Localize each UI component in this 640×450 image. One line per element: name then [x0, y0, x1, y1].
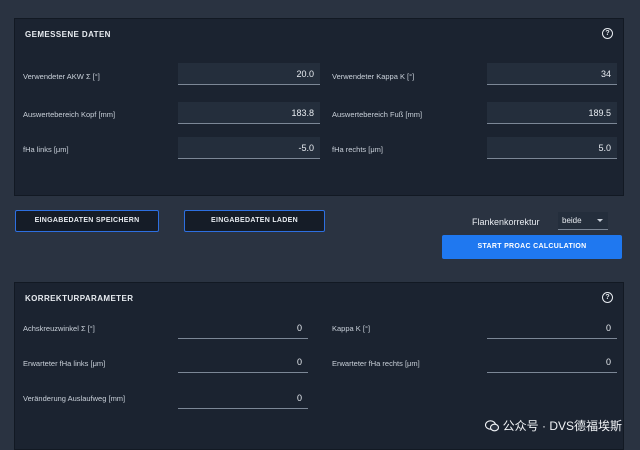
kappa-input[interactable]: 0 [487, 317, 617, 339]
fha-links-input[interactable]: -5.0 [178, 137, 320, 159]
fuss-input[interactable]: 189.5 [487, 102, 617, 124]
save-input-button[interactable]: EINGABEDATEN SPEICHERN [15, 210, 159, 232]
fha-links-label: fHa links [μm] [23, 145, 69, 154]
kappa-input[interactable]: 34 [487, 63, 617, 85]
kappa-label: Verwendeter Kappa K [°] [332, 72, 415, 81]
akw-label: Verwendeter AKW Σ [°] [23, 72, 100, 81]
fha-rechts-input[interactable]: 5.0 [487, 137, 617, 159]
achskreuzwinkel-input[interactable]: 0 [178, 317, 308, 339]
achskreuzwinkel-label: Achskreuzwinkel Σ [°] [23, 324, 95, 333]
kappa-label: Kappa K [°] [332, 324, 371, 333]
akw-input[interactable]: 20.0 [178, 63, 320, 85]
chevron-down-icon [597, 219, 603, 222]
flank-correction-label: Flankenkorrektur [472, 217, 540, 227]
load-input-button[interactable]: EINGABEDATEN LADEN [184, 210, 325, 232]
start-calculation-button[interactable]: START PROAC CALCULATION [442, 235, 622, 259]
fha-rechts-label: fHa rechts [μm] [332, 145, 383, 154]
flank-correction-value: beide [562, 216, 582, 225]
watermark: 公众号 · DVS德福埃斯 [484, 417, 622, 434]
auslaufweg-input[interactable]: 0 [178, 387, 308, 409]
help-icon[interactable]: ? [602, 292, 613, 303]
flank-correction-select[interactable]: beide [558, 212, 608, 230]
expected-fha-rechts-label: Erwarteter fHa rechts [μm] [332, 359, 420, 368]
expected-fha-links-label: Erwarteter fHa links [μm] [23, 359, 106, 368]
kopf-label: Auswertebereich Kopf [mm] [23, 110, 116, 119]
measured-data-panel: GEMESSENE DATEN ? Verwendeter AKW Σ [°] … [14, 18, 624, 196]
measured-data-title: GEMESSENE DATEN [25, 30, 111, 39]
expected-fha-rechts-input[interactable]: 0 [487, 351, 617, 373]
wechat-icon [484, 420, 499, 432]
correction-title: KORREKTURPARAMETER [25, 294, 134, 303]
help-icon[interactable]: ? [602, 28, 613, 39]
auslaufweg-label: Veränderung Auslaufweg [mm] [23, 394, 126, 403]
expected-fha-links-input[interactable]: 0 [178, 351, 308, 373]
kopf-input[interactable]: 183.8 [178, 102, 320, 124]
watermark-text: 公众号 · DVS德福埃斯 [502, 419, 622, 433]
fuss-label: Auswertebereich Fuß [mm] [332, 110, 423, 119]
